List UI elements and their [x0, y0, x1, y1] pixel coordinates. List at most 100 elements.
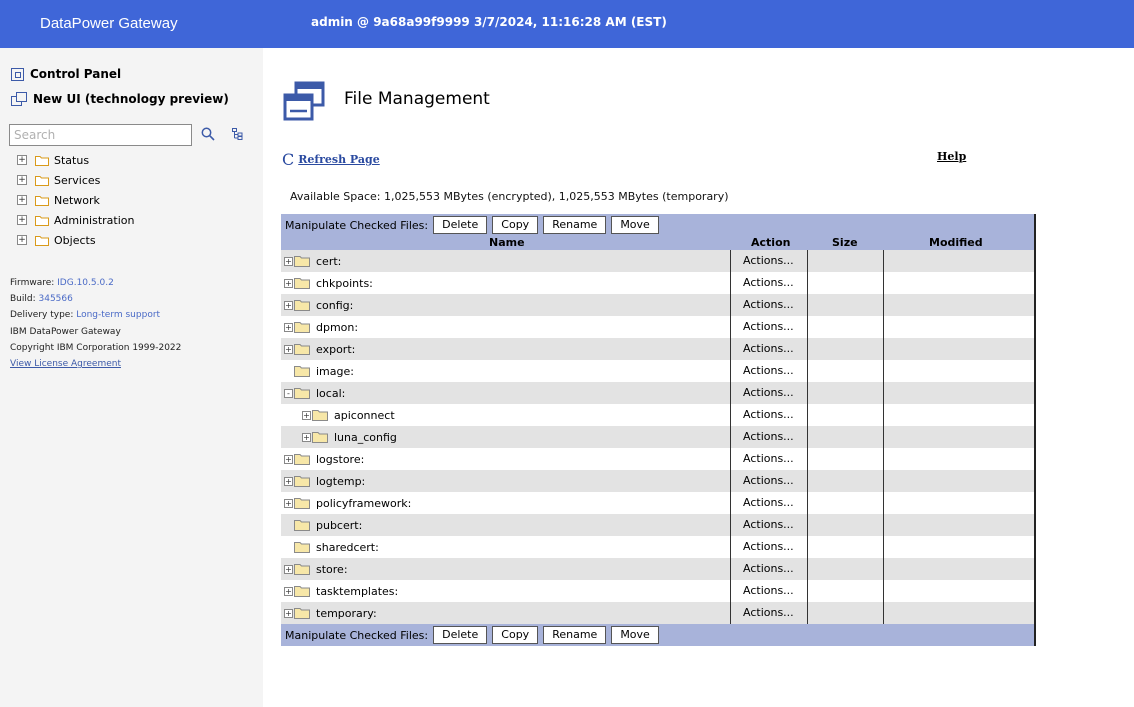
nav-item-services[interactable]: + Services: [17, 172, 100, 188]
modified-cell: [884, 514, 1034, 536]
rename-button[interactable]: Rename: [543, 626, 607, 644]
size-cell: [808, 338, 884, 360]
file-management-icon: [283, 81, 325, 121]
expand-icon[interactable]: +: [284, 564, 293, 574]
expand-icon[interactable]: +: [284, 476, 293, 486]
build-label: Build:: [10, 294, 36, 304]
delete-button[interactable]: Delete: [433, 626, 488, 644]
file-name[interactable]: luna_config: [334, 431, 397, 444]
expand-icon[interactable]: +: [284, 278, 293, 288]
tree-view-icon[interactable]: [232, 128, 243, 140]
new-ui-link[interactable]: New UI (technology preview): [11, 92, 229, 106]
actions-link[interactable]: Actions...: [730, 272, 808, 294]
file-name[interactable]: logtemp:: [316, 475, 365, 488]
file-name[interactable]: export:: [316, 343, 355, 356]
file-name[interactable]: store:: [316, 563, 348, 576]
file-name[interactable]: local:: [316, 387, 345, 400]
folder-icon: [294, 454, 310, 465]
folder-icon: [294, 542, 310, 553]
expand-icon[interactable]: +: [17, 215, 27, 225]
actions-link[interactable]: Actions...: [730, 492, 808, 514]
file-name[interactable]: temporary:: [316, 607, 377, 620]
tree-line-icon: [284, 521, 293, 530]
size-cell: [808, 426, 884, 448]
file-name-cell: + export:: [284, 338, 732, 360]
move-button[interactable]: Move: [611, 216, 659, 234]
collapse-icon[interactable]: -: [284, 388, 293, 398]
license-link[interactable]: View License Agreement: [10, 359, 121, 369]
nav-item-administration[interactable]: + Administration: [17, 212, 135, 228]
actions-link[interactable]: Actions...: [730, 536, 808, 558]
expand-icon[interactable]: +: [284, 300, 293, 310]
nav-item-network[interactable]: + Network: [17, 192, 100, 208]
actions-link[interactable]: Actions...: [730, 514, 808, 536]
modified-cell: [884, 250, 1034, 272]
expand-icon[interactable]: +: [284, 322, 293, 332]
file-name[interactable]: policyframework:: [316, 497, 411, 510]
modified-cell: [884, 360, 1034, 382]
delete-button[interactable]: Delete: [433, 216, 488, 234]
actions-link[interactable]: Actions...: [730, 558, 808, 580]
file-name[interactable]: image:: [316, 365, 354, 378]
firmware-value: IDG.10.5.0.2: [57, 278, 114, 288]
copy-button[interactable]: Copy: [492, 216, 539, 234]
nav-label: Objects: [54, 233, 96, 247]
modified-cell: [884, 448, 1034, 470]
new-ui-label: New UI (technology preview): [33, 92, 229, 106]
file-name[interactable]: apiconnect: [334, 409, 395, 422]
modified-cell: [884, 316, 1034, 338]
actions-link[interactable]: Actions...: [730, 580, 808, 602]
expand-icon[interactable]: +: [284, 454, 293, 464]
file-name-cell: + luna_config: [284, 426, 732, 448]
actions-link[interactable]: Actions...: [730, 316, 808, 338]
actions-link[interactable]: Actions...: [730, 294, 808, 316]
help-link[interactable]: Help: [937, 150, 966, 163]
actions-link[interactable]: Actions...: [730, 448, 808, 470]
expand-icon[interactable]: +: [17, 235, 27, 245]
search-icon[interactable]: [201, 127, 215, 141]
expand-icon[interactable]: +: [17, 175, 27, 185]
file-name[interactable]: tasktemplates:: [316, 585, 398, 598]
expand-icon[interactable]: +: [284, 608, 293, 618]
size-cell: [808, 316, 884, 338]
modified-cell: [884, 558, 1034, 580]
modified-cell: [884, 382, 1034, 404]
file-name-cell: sharedcert:: [284, 536, 732, 558]
rename-button[interactable]: Rename: [543, 216, 607, 234]
control-panel-link[interactable]: Control Panel: [11, 67, 121, 81]
expand-icon[interactable]: +: [284, 586, 293, 596]
expand-icon[interactable]: +: [284, 344, 293, 354]
nav-label: Administration: [54, 213, 135, 227]
file-name[interactable]: dpmon:: [316, 321, 358, 334]
expand-icon[interactable]: +: [284, 256, 293, 266]
file-name[interactable]: sharedcert:: [316, 541, 379, 554]
file-name[interactable]: cert:: [316, 255, 341, 268]
nav-item-objects[interactable]: + Objects: [17, 232, 96, 248]
nav-item-status[interactable]: + Status: [17, 152, 89, 168]
file-name[interactable]: logstore:: [316, 453, 364, 466]
move-button[interactable]: Move: [611, 626, 659, 644]
windows-icon: [11, 92, 27, 106]
refresh-page-link[interactable]: C Refresh Page: [282, 150, 380, 169]
table-row: - local: Actions...: [281, 382, 1034, 404]
file-name[interactable]: config:: [316, 299, 353, 312]
expand-icon[interactable]: +: [302, 410, 311, 420]
actions-link[interactable]: Actions...: [730, 404, 808, 426]
actions-link[interactable]: Actions...: [730, 426, 808, 448]
search-input[interactable]: [9, 124, 192, 146]
file-name[interactable]: chkpoints:: [316, 277, 373, 290]
expand-icon[interactable]: +: [284, 498, 293, 508]
table-row: + chkpoints: Actions...: [281, 272, 1034, 294]
actions-link[interactable]: Actions...: [730, 338, 808, 360]
actions-link[interactable]: Actions...: [730, 470, 808, 492]
actions-link[interactable]: Actions...: [730, 360, 808, 382]
copy-button[interactable]: Copy: [492, 626, 539, 644]
actions-link[interactable]: Actions...: [730, 250, 808, 272]
expand-icon[interactable]: +: [17, 155, 27, 165]
file-name[interactable]: pubcert:: [316, 519, 362, 532]
expand-icon[interactable]: +: [302, 432, 311, 442]
expand-icon[interactable]: +: [17, 195, 27, 205]
actions-link[interactable]: Actions...: [730, 602, 808, 624]
file-name-cell: + store:: [284, 558, 732, 580]
actions-link[interactable]: Actions...: [730, 382, 808, 404]
